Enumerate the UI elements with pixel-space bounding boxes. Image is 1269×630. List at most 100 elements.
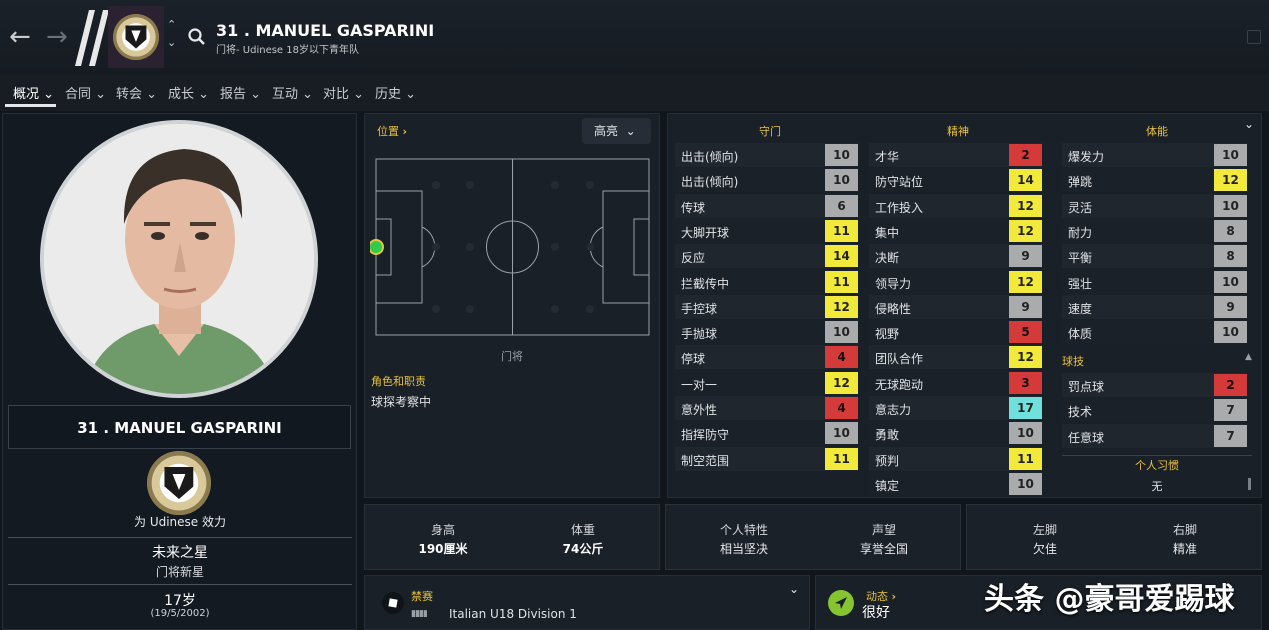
attribute-row[interactable]: 勇敢 10 <box>869 421 1042 446</box>
attribute-name: 耐力 <box>1068 225 1093 240</box>
scrollbar[interactable] <box>1248 478 1251 490</box>
arrow-right-icon[interactable]: → <box>46 22 68 52</box>
player-name-plate: 31 . MANUEL GASPARINI <box>8 405 351 449</box>
attribute-value: 3 <box>1009 371 1042 394</box>
attribute-row[interactable]: 爆发力 10 <box>1062 143 1247 167</box>
attribute-row[interactable]: 视野 5 <box>869 320 1042 345</box>
chevron-down-icon[interactable]: ⌄ <box>167 36 176 49</box>
collapse-icon[interactable]: ▲ <box>1245 352 1252 362</box>
role-title: 角色和职责 <box>371 375 426 388</box>
attribute-name: 意外性 <box>681 403 718 417</box>
attribute-value: 12 <box>1009 270 1042 293</box>
chevron-down-icon[interactable]: ⌄ <box>1244 117 1254 131</box>
club-crest-header[interactable] <box>108 6 164 68</box>
tab-reports[interactable]: 报告 ⌄ <box>220 83 261 102</box>
attribute-row[interactable]: 罚点球 2 <box>1062 373 1247 397</box>
plays-for-text: 为 Udinese 效力 <box>134 515 226 529</box>
attribute-value: 9 <box>1009 245 1042 268</box>
attribute-name: 手抛球 <box>681 327 718 342</box>
attribute-row[interactable]: 出击(倾向) 10 <box>675 143 858 167</box>
attribute-name: 传球 <box>681 200 706 215</box>
ban-title: 禁赛 <box>411 590 433 603</box>
personality-stat: 个人特性 相当坚决 <box>719 523 768 556</box>
attribute-row[interactable]: 体质 10 <box>1062 320 1247 345</box>
attribute-row[interactable]: 无球跑动 3 <box>869 370 1042 395</box>
attribute-row[interactable]: 大脚开球 11 <box>675 218 858 243</box>
height-stat: 身高 190厘米 <box>418 523 468 556</box>
attribute-row[interactable]: 团队合作 12 <box>869 345 1042 370</box>
tab-transfer[interactable]: 转会 ⌄ <box>116 83 157 102</box>
attribute-name: 任意球 <box>1068 430 1105 445</box>
attribute-row[interactable]: 任意球 7 <box>1062 423 1247 448</box>
attribute-row[interactable]: 拦截传中 11 <box>675 269 858 294</box>
window-control[interactable] <box>1247 30 1261 44</box>
attribute-row[interactable]: 防守站位 14 <box>869 168 1042 193</box>
position-link[interactable]: 位置 › <box>377 123 407 139</box>
tab-contract[interactable]: 合同 ⌄ <box>65 83 106 102</box>
attribute-row[interactable]: 出击(倾向) 10 <box>675 168 858 193</box>
attribute-name: 体质 <box>1068 327 1093 342</box>
attribute-row[interactable]: 一对一 12 <box>675 370 858 395</box>
attribute-row[interactable]: 制空范围 11 <box>675 446 858 471</box>
attribute-row[interactable]: 意志力 17 <box>869 396 1042 420</box>
attribute-value: 7 <box>1214 399 1247 422</box>
attribute-row[interactable]: 侵略性 9 <box>869 294 1042 319</box>
attribute-value: 2 <box>1009 144 1042 166</box>
attribute-row[interactable]: 指挥防守 10 <box>675 421 858 446</box>
chevron-down-icon[interactable]: ⌄ <box>789 582 799 596</box>
tab-overview[interactable]: 概况 ⌄ <box>13 83 54 102</box>
tab-compare[interactable]: 对比 ⌄ <box>323 83 364 102</box>
attribute-value: 12 <box>1214 169 1247 192</box>
attribute-value: 9 <box>1214 295 1247 318</box>
attribute-value: 10 <box>825 144 858 166</box>
attribute-row[interactable]: 技术 7 <box>1062 398 1247 423</box>
attribute-name: 勇敢 <box>875 428 900 443</box>
attribute-row[interactable]: 强壮 10 <box>1062 269 1247 294</box>
attribute-name: 一对一 <box>681 377 718 392</box>
arrow-left-icon[interactable]: ← <box>9 22 31 52</box>
player-age: 17岁 <box>164 593 196 609</box>
attribute-row[interactable]: 才华 2 <box>869 143 1042 167</box>
attribute-value: 8 <box>1214 219 1247 242</box>
attribute-row[interactable]: 停球 4 <box>675 345 858 370</box>
attribute-row[interactable]: 传球 6 <box>675 193 858 218</box>
attribute-row[interactable]: 领导力 12 <box>869 269 1042 294</box>
attribute-row[interactable]: 决断 9 <box>869 244 1042 269</box>
position-label: 门将 <box>501 350 523 363</box>
attribute-row[interactable]: 耐力 8 <box>1062 218 1247 243</box>
attribute-row[interactable]: 工作投入 12 <box>869 193 1042 218</box>
search-icon[interactable] <box>187 27 207 47</box>
attribute-value: 5 <box>1009 321 1042 344</box>
attribute-value: 12 <box>1009 219 1042 242</box>
attribute-row[interactable]: 灵活 10 <box>1062 193 1247 218</box>
udinese-crest-icon[interactable] <box>147 451 211 515</box>
morale-icon <box>828 590 854 616</box>
attribute-row[interactable]: 手控球 12 <box>675 294 858 319</box>
highlight-dropdown[interactable]: 高亮 ⌄ <box>582 118 651 144</box>
attribute-row[interactable]: 镇定 10 <box>869 471 1042 496</box>
attribute-row[interactable]: 集中 12 <box>869 218 1042 243</box>
attribute-row[interactable]: 速度 9 <box>1062 294 1247 319</box>
personality-info-box: 个人特性 相当坚决 声望 享誉全国 <box>665 504 961 570</box>
player-avatar <box>40 120 318 398</box>
attribute-row[interactable]: 预判 11 <box>869 446 1042 471</box>
tab-interaction[interactable]: 互动 ⌄ <box>272 83 313 102</box>
attribute-row[interactable]: 反应 14 <box>675 244 858 269</box>
ban-status-bars: ▮▮▮▮ <box>411 609 428 619</box>
attribute-name: 领导力 <box>875 276 912 291</box>
player-title: 31 . MANUEL GASPARINI <box>216 21 435 40</box>
tab-history[interactable]: 历史 ⌄ <box>375 83 416 102</box>
attribute-name: 拦截传中 <box>681 276 730 291</box>
divider <box>8 584 352 585</box>
attribute-row[interactable]: 平衡 8 <box>1062 244 1247 269</box>
tab-development[interactable]: 成长 ⌄ <box>168 83 209 102</box>
chevron-up-icon[interactable]: ⌃ <box>167 18 176 31</box>
attribute-row[interactable]: 意外性 4 <box>675 396 858 420</box>
attribute-row[interactable]: 弹跳 12 <box>1062 168 1247 193</box>
body-info-box: 身高 190厘米 体重 74公斤 <box>364 504 660 570</box>
attribute-value: 10 <box>1009 472 1042 495</box>
attribute-name: 团队合作 <box>875 352 924 367</box>
attribute-row[interactable]: 手抛球 10 <box>675 320 858 345</box>
attribute-name: 出击(倾向) <box>681 150 739 164</box>
attribute-value: 10 <box>825 169 858 192</box>
